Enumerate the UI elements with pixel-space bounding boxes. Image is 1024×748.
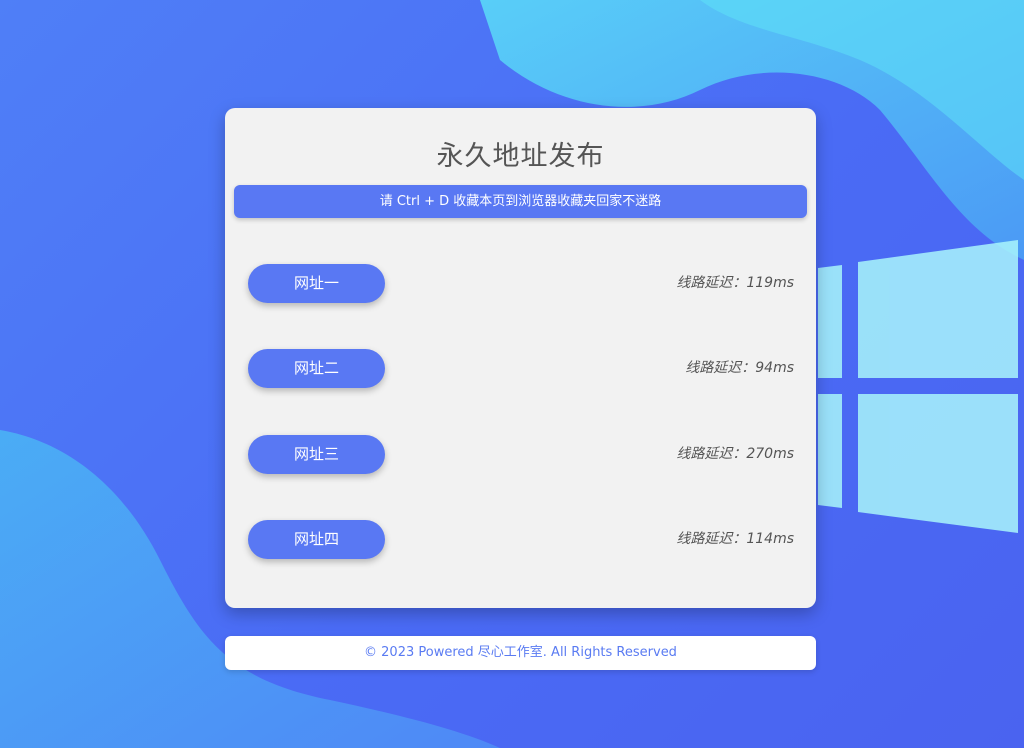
main-card: 请 Ctrl + D 收藏本页到浏览器收藏夹回家不迷路 网址一 线路延迟：119…	[225, 108, 816, 608]
footer: © 2023 Powered 尽心工作室. All Rights Reserve…	[225, 636, 816, 670]
latency-text: 线路延迟：94ms	[685, 360, 794, 376]
url-button-4[interactable]: 网址四	[248, 520, 385, 559]
latency-text: 线路延迟：119ms	[676, 275, 794, 291]
link-row: 网址四 线路延迟：114ms	[225, 520, 816, 559]
windows-logo	[818, 240, 1018, 533]
bookmark-notice: 请 Ctrl + D 收藏本页到浏览器收藏夹回家不迷路	[234, 185, 807, 218]
latency-text: 线路延迟：114ms	[676, 531, 794, 547]
page-title: 永久地址发布	[436, 141, 605, 172]
url-button-2[interactable]: 网址二	[248, 349, 385, 388]
link-row: 网址二 线路延迟：94ms	[225, 349, 816, 388]
latency-text: 线路延迟：270ms	[676, 446, 794, 462]
link-row: 网址一 线路延迟：119ms	[225, 264, 816, 303]
url-button-1[interactable]: 网址一	[248, 264, 385, 303]
link-row: 网址三 线路延迟：270ms	[225, 435, 816, 474]
url-button-3[interactable]: 网址三	[248, 435, 385, 474]
